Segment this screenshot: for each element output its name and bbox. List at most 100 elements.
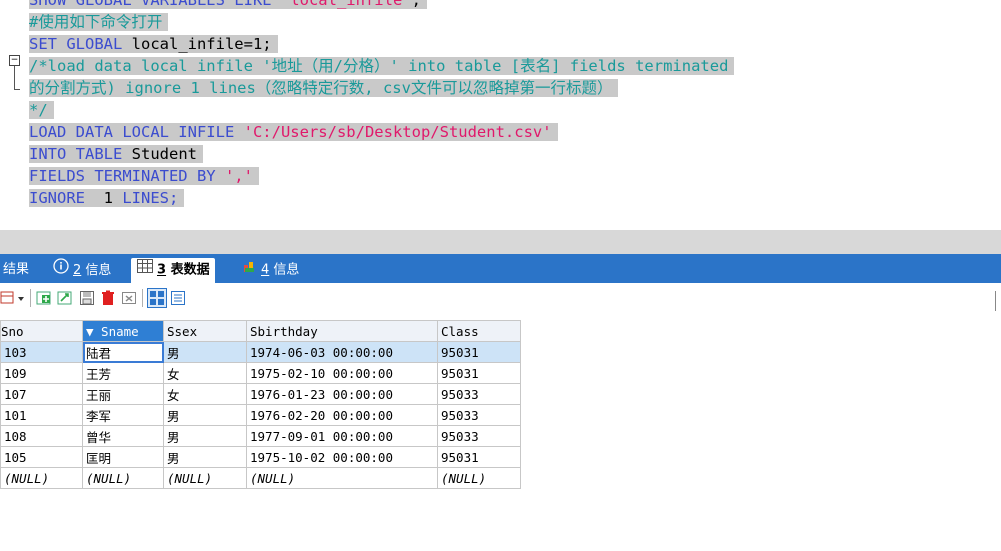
cell-sbirthday[interactable]: 1975-10-02 00:00:00 xyxy=(246,446,438,468)
save-icon[interactable] xyxy=(79,290,95,306)
code-line-content: #使用如下命令打开 xyxy=(29,13,169,31)
cell-sname[interactable]: 陆君 xyxy=(82,341,164,363)
code-line: SHOW GLOBAL VARIABLES LIKE 'local_infile… xyxy=(29,0,427,11)
grid-toolbar xyxy=(0,283,1001,320)
code-line: FIELDS TERMINATED BY ',' xyxy=(29,165,259,187)
cell-sname[interactable]: 曾华 xyxy=(82,425,164,447)
result-mode-icon[interactable] xyxy=(0,290,16,306)
code-line-content: 的分割方式) ignore 1 lines（忽略特定行数, csv文件可以忽略掉… xyxy=(29,79,619,97)
cell-sbirthday[interactable]: 1976-01-23 00:00:00 xyxy=(246,383,438,405)
cell-sbirthday[interactable]: 1976-02-20 00:00:00 xyxy=(246,404,438,426)
code-token: FIELDS TERMINATED BY xyxy=(29,167,225,185)
toolbar-edge-marker xyxy=(995,291,996,311)
cell-sbirthday[interactable]: 1974-06-03 00:00:00 xyxy=(246,341,438,363)
code-line: IGNORE 1 LINES; xyxy=(29,187,185,209)
table-row[interactable]: 105 匡明 男 1975-10-02 00:00:00 95031 xyxy=(0,446,521,468)
tab-messages[interactable]: 2 信息 xyxy=(53,258,111,283)
delete-icon[interactable] xyxy=(100,290,116,306)
code-line: /*load data local infile '地址（用/分格）' into… xyxy=(29,55,735,77)
cell-class[interactable]: 95031 xyxy=(437,446,521,468)
cell-class[interactable]: 95031 xyxy=(437,362,521,384)
code-line: #使用如下命令打开 xyxy=(29,11,169,33)
cell-class[interactable]: (NULL) xyxy=(437,467,521,489)
cell-class[interactable]: 95031 xyxy=(437,341,521,363)
code-token: ; xyxy=(411,0,421,9)
cell-ssex[interactable]: (NULL) xyxy=(163,467,247,489)
insert-row-icon[interactable] xyxy=(36,290,52,306)
cell-ssex[interactable]: 女 xyxy=(163,362,247,384)
cell-sno[interactable]: (NULL) xyxy=(0,467,83,489)
code-token: 的分割方式) ignore 1 lines（忽略特定行数, csv文件可以忽略掉… xyxy=(29,79,613,97)
cell-sname[interactable]: 李军 xyxy=(82,404,164,426)
cell-sname[interactable]: (NULL) xyxy=(82,467,164,489)
sql-editor[interactable]: SHOW GLOBAL VARIABLES LIKE 'local_infile… xyxy=(0,0,1001,230)
grid-view-icon[interactable] xyxy=(147,288,167,308)
fold-guide xyxy=(14,66,15,89)
tab-results[interactable]: 结果 xyxy=(3,258,29,283)
code-line: 的分割方式) ignore 1 lines（忽略特定行数, csv文件可以忽略掉… xyxy=(29,77,619,99)
code-line-content: INTO TABLE Student xyxy=(29,145,203,163)
result-tabs-bar: 结果 2 信息 3 表数据 4 信息 xyxy=(0,254,1001,283)
table-row[interactable]: 109 王芳 女 1975-02-10 00:00:00 95031 xyxy=(0,362,521,384)
column-header-sname[interactable]: ▼ Sname xyxy=(82,320,164,342)
dropdown-arrow-icon[interactable] xyxy=(16,290,26,306)
tab-messages-label: 信息 xyxy=(85,263,112,278)
cancel-changes-icon[interactable] xyxy=(121,290,137,306)
fold-toggle-icon[interactable]: − xyxy=(9,55,20,66)
cell-sbirthday[interactable]: 1977-09-01 00:00:00 xyxy=(246,425,438,447)
tab-table-data-number: 3 xyxy=(157,262,167,278)
cell-ssex[interactable]: 女 xyxy=(163,383,247,405)
cell-ssex[interactable]: 男 xyxy=(163,341,247,363)
cell-ssex[interactable]: 男 xyxy=(163,425,247,447)
cell-ssex[interactable]: 男 xyxy=(163,446,247,468)
code-token: LOAD DATA LOCAL INFILE xyxy=(29,123,244,141)
code-token: */ xyxy=(29,101,48,119)
duplicate-row-icon[interactable] xyxy=(57,290,73,306)
column-header-class[interactable]: Class xyxy=(437,320,521,342)
cell-sname[interactable]: 王芳 xyxy=(82,362,164,384)
tab-messages-number: 2 xyxy=(73,263,82,278)
column-header-sbirthday[interactable]: Sbirthday xyxy=(246,320,438,342)
cell-ssex[interactable]: 男 xyxy=(163,404,247,426)
code-line: */ xyxy=(29,99,54,121)
code-token: SHOW GLOBAL VARIABLES LIKE xyxy=(29,0,281,9)
cell-class[interactable]: 95033 xyxy=(437,425,521,447)
code-line-content: SHOW GLOBAL VARIABLES LIKE 'local_infile… xyxy=(29,0,427,9)
code-token: 1 xyxy=(103,189,113,207)
form-view-icon[interactable] xyxy=(170,290,186,306)
code-line: INTO TABLE Student xyxy=(29,143,203,165)
panel-splitter[interactable] xyxy=(0,230,1001,254)
cell-sbirthday[interactable]: 1975-02-10 00:00:00 xyxy=(246,362,438,384)
column-header-ssex[interactable]: Ssex xyxy=(163,320,247,342)
code-token: /*load data local infile '地址（用/分格）' into… xyxy=(29,57,729,75)
code-token: SET GLOBAL xyxy=(29,35,132,53)
code-token: INTO TABLE xyxy=(29,145,132,163)
cell-sbirthday[interactable]: (NULL) xyxy=(246,467,438,489)
code-line: LOAD DATA LOCAL INFILE 'C:/Users/sb/Desk… xyxy=(29,121,558,143)
table-row[interactable]: 101 李军 男 1976-02-20 00:00:00 95033 xyxy=(0,404,521,426)
tab-table-data[interactable]: 3 表数据 xyxy=(131,258,215,283)
result-data-grid[interactable]: Sno ▼ Sname Ssex Sbirthday Class 103 陆君 … xyxy=(0,320,521,489)
cell-sno[interactable]: 101 xyxy=(0,404,83,426)
table-row[interactable]: 107 王丽 女 1976-01-23 00:00:00 95033 xyxy=(0,383,521,405)
cell-sno[interactable]: 109 xyxy=(0,362,83,384)
cell-class[interactable]: 95033 xyxy=(437,383,521,405)
cell-sname[interactable]: 匡明 xyxy=(82,446,164,468)
table-row[interactable]: 108 曾华 男 1977-09-01 00:00:00 95033 xyxy=(0,425,521,447)
table-row[interactable]: 103 陆君 男 1974-06-03 00:00:00 95031 xyxy=(0,341,521,363)
fold-guide-end xyxy=(14,89,20,90)
code-line-content: */ xyxy=(29,101,54,119)
code-token: local_infile=1; xyxy=(131,35,272,53)
table-row-new[interactable]: (NULL) (NULL) (NULL) (NULL) (NULL) xyxy=(0,467,521,489)
column-header-sno[interactable]: Sno xyxy=(0,320,83,342)
info-chart-icon xyxy=(243,258,257,282)
code-line-content: /*load data local infile '地址（用/分格）' into… xyxy=(29,57,735,75)
cell-sno[interactable]: 105 xyxy=(0,446,83,468)
code-token: IGNORE xyxy=(29,189,104,207)
cell-sno[interactable]: 103 xyxy=(0,341,83,363)
cell-class[interactable]: 95033 xyxy=(437,404,521,426)
tab-info[interactable]: 4 信息 xyxy=(243,258,299,283)
cell-sno[interactable]: 108 xyxy=(0,425,83,447)
cell-sname[interactable]: 王丽 xyxy=(82,383,164,405)
cell-sno[interactable]: 107 xyxy=(0,383,83,405)
